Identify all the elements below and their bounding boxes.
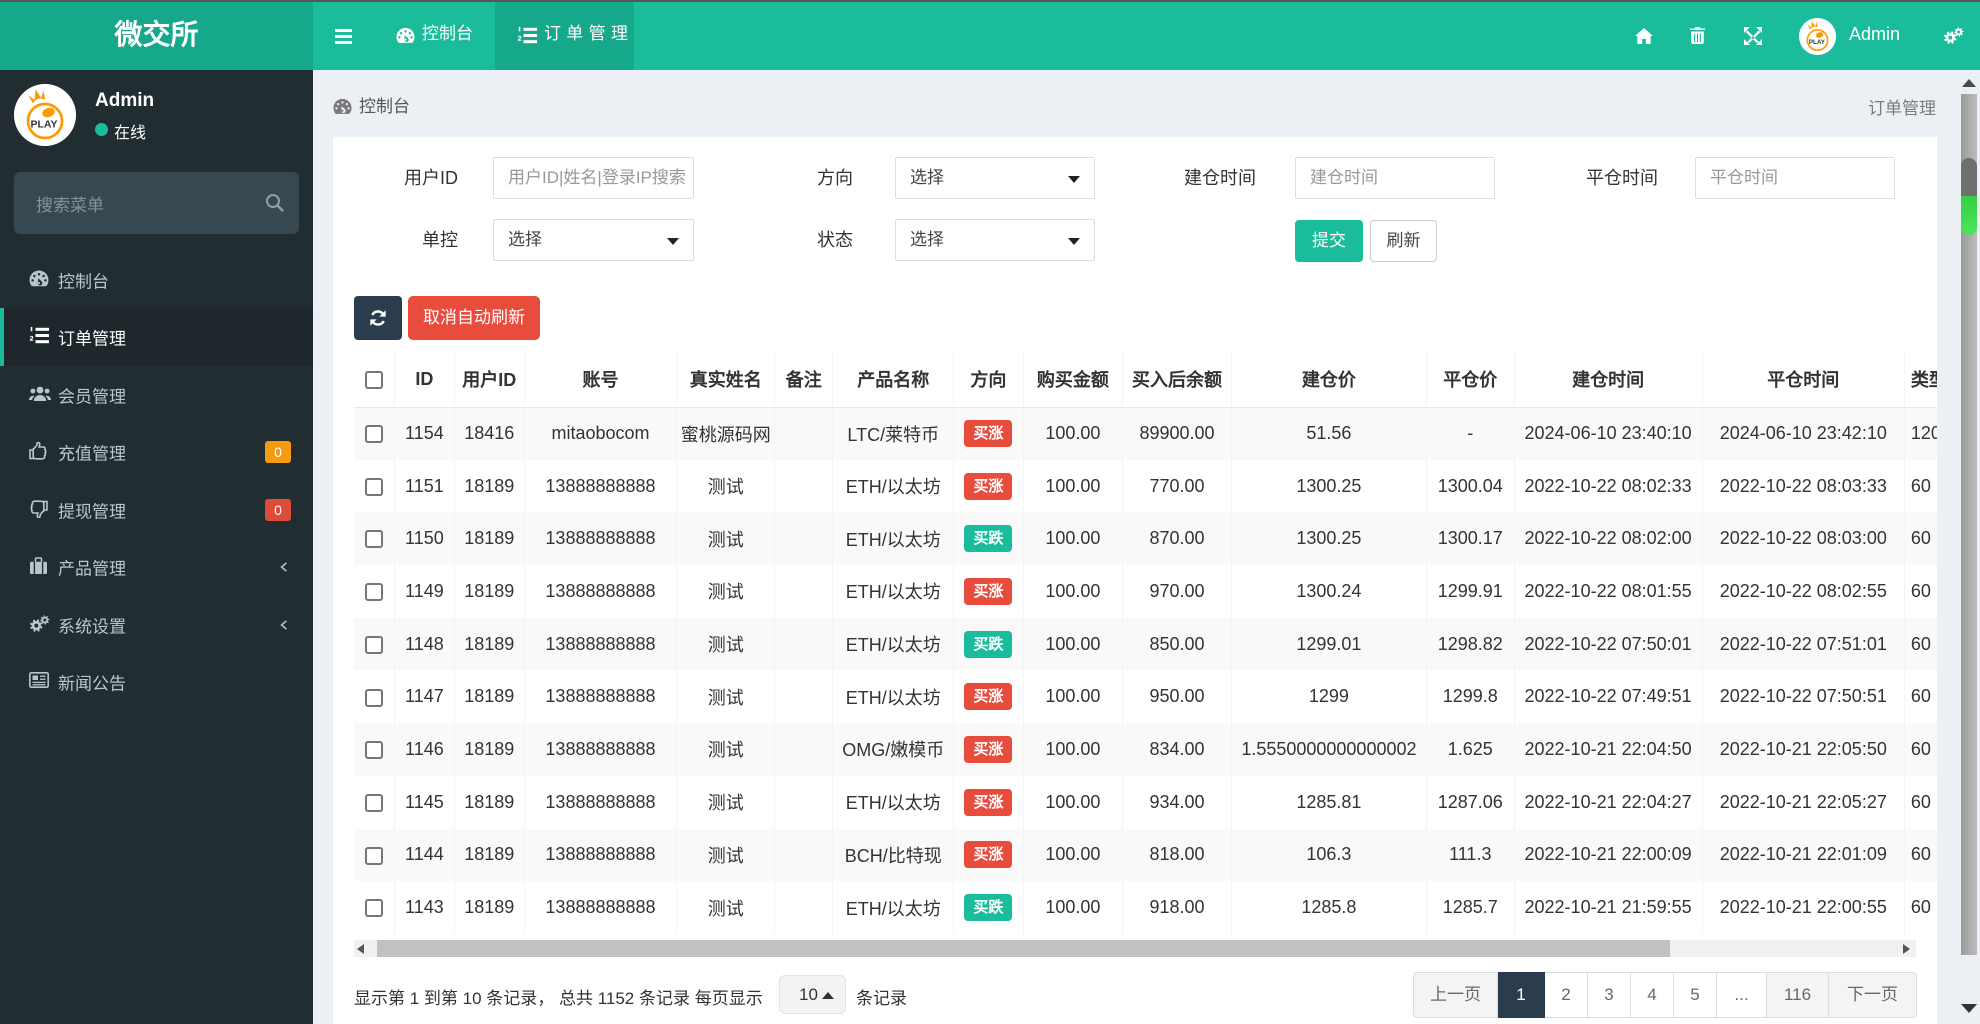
svg-text:PLAY: PLAY <box>1809 39 1826 46</box>
svg-text:PLAY: PLAY <box>30 119 57 131</box>
